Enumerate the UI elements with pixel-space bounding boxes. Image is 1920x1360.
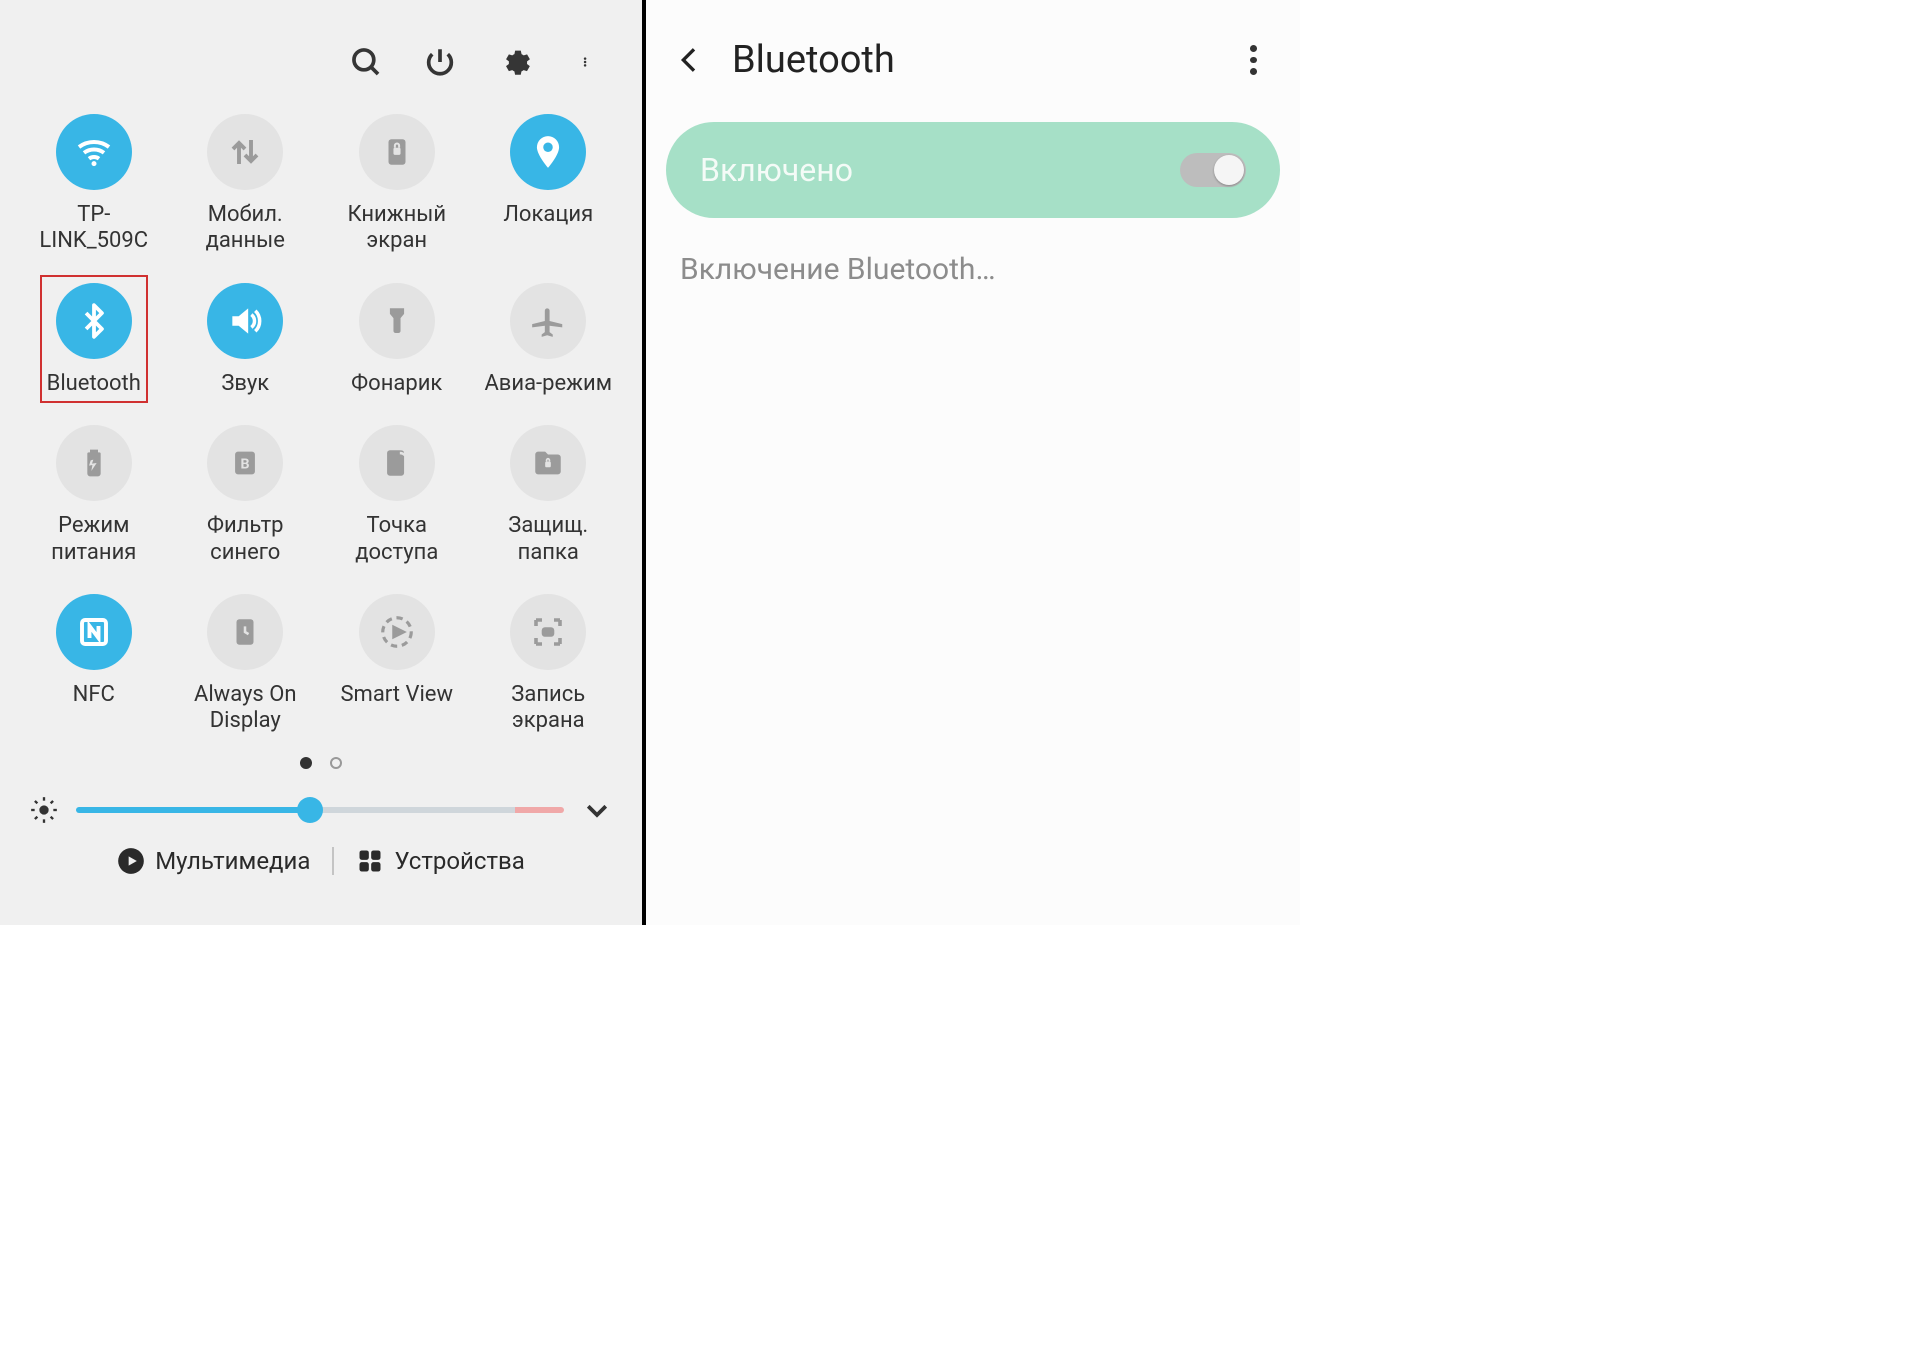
tile-label: Авиа-режим [484, 371, 612, 397]
separator [332, 847, 334, 875]
search-icon[interactable] [346, 42, 386, 82]
tile-aod[interactable]: Always On Display [170, 594, 322, 735]
data-icon[interactable] [207, 114, 283, 190]
tile-booklock[interactable]: Книжный экран [321, 114, 473, 255]
tile-hotspot[interactable]: Точка доступа [321, 425, 473, 566]
qs-bottom-row: Мультимедиа Устройства [0, 847, 642, 875]
devices-icon [356, 847, 384, 875]
tile-label: NFC [73, 682, 115, 708]
page-title: Bluetooth [732, 38, 1212, 82]
brightness-thumb[interactable] [297, 797, 323, 823]
media-label: Мультимедиа [155, 847, 310, 875]
bt-switch[interactable] [1180, 153, 1246, 187]
bluetooth-settings-panel: Bluetooth Включено Включение Bluetooth… [646, 0, 1300, 925]
page-dot-2[interactable] [330, 757, 342, 769]
tile-label: Звук [221, 371, 269, 397]
tile-powermode[interactable]: Режим питания [18, 425, 170, 566]
flashlight-icon[interactable] [359, 283, 435, 359]
tile-label: Защищ. папка [478, 513, 618, 566]
bt-toggle-label: Включено [700, 151, 853, 189]
tile-label: Режим питания [24, 513, 164, 566]
tile-bluefilter[interactable]: B Фильтр синего [170, 425, 322, 566]
wifi-icon[interactable] [56, 114, 132, 190]
location-icon[interactable] [510, 114, 586, 190]
brightness-expand-icon[interactable] [582, 795, 612, 825]
tile-smartview[interactable]: Smart View [321, 594, 473, 735]
smartview-icon[interactable] [359, 594, 435, 670]
tile-label: Фильтр синего [175, 513, 315, 566]
bluetooth-icon[interactable] [56, 283, 132, 359]
brightness-row [0, 769, 642, 825]
switch-knob [1214, 155, 1244, 185]
tile-label: Точка доступа [327, 513, 467, 566]
power-icon[interactable] [420, 42, 460, 82]
settings-icon[interactable] [494, 42, 534, 82]
brightness-slider[interactable] [76, 807, 564, 813]
powermode-icon[interactable] [56, 425, 132, 501]
quick-settings-panel: TP-LINK_509CМобил. данныеКнижный экран Ло… [0, 0, 646, 925]
tile-label: Smart View [340, 682, 453, 708]
play-icon [117, 847, 145, 875]
more-icon[interactable] [568, 42, 608, 82]
svg-text:B: B [241, 457, 250, 473]
devices-button[interactable]: Устройства [356, 847, 524, 875]
airplane-icon[interactable] [510, 283, 586, 359]
back-icon[interactable] [674, 44, 706, 76]
sound-icon[interactable] [207, 283, 283, 359]
hotspot-icon[interactable] [359, 425, 435, 501]
aod-icon[interactable] [207, 594, 283, 670]
nfc-icon[interactable] [56, 594, 132, 670]
qs-top-icons [0, 0, 642, 82]
bt-status-text: Включение Bluetooth… [646, 218, 1300, 321]
tile-label: Локация [503, 202, 593, 228]
tile-label: Мобил. данные [175, 202, 315, 255]
devices-label: Устройства [394, 847, 524, 875]
brightness-icon [30, 796, 58, 824]
qs-tiles-grid: TP-LINK_509CМобил. данныеКнижный экран Ло… [0, 82, 642, 735]
tile-label: Always On Display [175, 682, 315, 735]
screenrec-icon[interactable] [510, 594, 586, 670]
tile-nfc[interactable]: NFC [18, 594, 170, 735]
securefolder-icon[interactable] [510, 425, 586, 501]
bt-header: Bluetooth [646, 0, 1300, 82]
tile-wifi[interactable]: TP-LINK_509C [18, 114, 170, 255]
tile-bluetooth[interactable]: Bluetooth [18, 283, 170, 397]
tile-label: Книжный экран [327, 202, 467, 255]
tile-sound[interactable]: Звук [170, 283, 322, 397]
booklock-icon[interactable] [359, 114, 435, 190]
tile-location[interactable]: Локация [473, 114, 625, 255]
tile-screenrec[interactable]: Запись экрана [473, 594, 625, 735]
tile-securefolder[interactable]: Защищ. папка [473, 425, 625, 566]
tile-airplane[interactable]: Авиа-режим [473, 283, 625, 397]
media-button[interactable]: Мультимедиа [117, 847, 310, 875]
tile-label: Bluetooth [47, 371, 141, 397]
bluefilter-icon[interactable]: B [207, 425, 283, 501]
more-icon[interactable] [1238, 45, 1268, 75]
tile-label: TP-LINK_509C [24, 202, 164, 255]
tile-label: Фонарик [351, 371, 442, 397]
page-dot-1[interactable] [300, 757, 312, 769]
tile-flashlight[interactable]: Фонарик [321, 283, 473, 397]
tile-label: Запись экрана [478, 682, 618, 735]
bt-toggle-pill[interactable]: Включено [666, 122, 1280, 218]
tile-mobiledata[interactable]: Мобил. данные [170, 114, 322, 255]
page-indicator[interactable] [0, 757, 642, 769]
